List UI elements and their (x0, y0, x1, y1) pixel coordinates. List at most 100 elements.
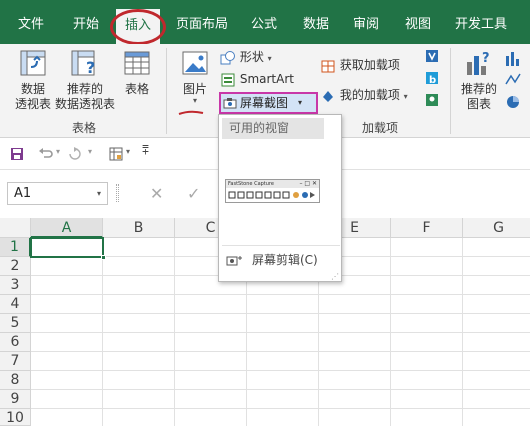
screenshot-button[interactable]: 屏幕截图 ▾ (219, 92, 318, 114)
name-box-value: A1 (14, 186, 32, 201)
recommended-pivot-icon: ? (71, 50, 95, 77)
tab-data[interactable]: 数据 (296, 0, 336, 44)
picture-button[interactable]: 图片 ▾ (176, 48, 214, 105)
pivot-table-button[interactable]: 数据 透视表 (10, 48, 56, 112)
get-addins-label: 获取加载项 (339, 58, 400, 72)
my-addins-dropdown-icon: ▾ (403, 92, 408, 101)
tab-start[interactable]: 开始 (62, 0, 110, 44)
picture-icon (182, 51, 208, 75)
redo-dropdown-icon[interactable]: ▾ (88, 147, 92, 156)
picture-dropdown-icon: ▾ (192, 96, 197, 105)
column-header[interactable]: G (463, 218, 530, 238)
shapes-label: 形状 (239, 50, 264, 64)
recommended-pivot-label-2: 数据透视表 (54, 97, 115, 111)
undo-dropdown-icon[interactable]: ▾ (56, 147, 60, 156)
group-label-addins: 加载项 (362, 121, 399, 135)
table-icon (124, 51, 150, 75)
people-graph-icon[interactable] (424, 92, 440, 108)
get-addins-button[interactable]: 获取加载项 (320, 56, 400, 74)
tab-file[interactable]: 文件 (8, 0, 54, 44)
smartart-icon (221, 73, 235, 86)
screen-clipping-item[interactable]: 屏幕剪辑(C) (222, 250, 340, 270)
chart-type-icons[interactable] (504, 50, 526, 116)
resize-grip-icon[interactable]: ⋰ (331, 272, 339, 281)
save-icon[interactable] (10, 147, 24, 161)
screenshot-dropdown-icon: ▾ (298, 98, 303, 107)
column-header[interactable]: F (391, 218, 463, 238)
available-windows-header: 可用的视窗 (222, 118, 324, 139)
my-addins-label: 我的加载项 (339, 88, 400, 102)
pivot-label-2: 透视表 (14, 97, 51, 111)
column-header[interactable]: A (31, 218, 103, 238)
screenshot-label: 屏幕截图 (240, 96, 289, 110)
window-thumbnail[interactable]: FastStone Capture – □ ✕ (225, 179, 320, 203)
pivot-table-icon (20, 50, 46, 76)
recommended-pivot-button[interactable]: ? 推荐的 数据透视表 (52, 48, 118, 112)
store-icon (321, 60, 335, 72)
name-box-dropdown-icon[interactable]: ▾ (97, 183, 101, 204)
ribbon-separator (166, 48, 167, 134)
row-header[interactable]: 4 (0, 295, 31, 314)
active-cell[interactable] (30, 237, 106, 260)
screen-clipping-icon (226, 256, 242, 266)
svg-text:?: ? (86, 58, 95, 77)
customize-qat-icon[interactable]: ⩱ (142, 143, 149, 158)
row-header[interactable]: 1 (0, 238, 31, 257)
row-header[interactable]: 8 (0, 371, 31, 390)
picture-label: 图片 (182, 82, 207, 96)
table-label: 表格 (124, 82, 149, 96)
row-header[interactable]: 2 (0, 257, 31, 276)
row-header[interactable]: 10 (0, 409, 31, 426)
formula-splitter[interactable] (116, 184, 119, 202)
row-header[interactable]: 6 (0, 333, 31, 352)
tab-view[interactable]: 视图 (398, 0, 438, 44)
row-header[interactable]: 5 (0, 314, 31, 333)
shapes-icon (220, 50, 235, 64)
smartart-button[interactable]: SmartArt (220, 70, 294, 88)
ribbon-tab-bar: 文件 开始 插入 页面布局 公式 数据 审阅 视图 开发工具 (0, 0, 530, 44)
tab-page-layout[interactable]: 页面布局 (172, 0, 232, 44)
tab-formulas[interactable]: 公式 (244, 0, 284, 44)
ribbon-separator (450, 48, 451, 134)
my-addins-button[interactable]: 我的加载项 ▾ (320, 86, 408, 104)
row-header[interactable]: 3 (0, 276, 31, 295)
pivot-label-1: 数据 (20, 82, 45, 96)
bing-icon[interactable]: b (424, 70, 440, 86)
tab-review[interactable]: 审阅 (346, 0, 386, 44)
shapes-dropdown-icon: ▾ (267, 54, 272, 63)
cancel-icon[interactable]: ✕ (150, 184, 163, 203)
recommended-charts-icon: ? (467, 51, 490, 75)
svg-text:?: ? (482, 51, 490, 66)
form-icon[interactable] (108, 146, 124, 162)
name-box[interactable]: A1 ▾ (7, 182, 108, 205)
undo-icon[interactable] (38, 147, 54, 161)
recommended-charts-button[interactable]: ? 推荐的 图表 (456, 48, 502, 112)
shapes-button[interactable]: 形状 ▾ (220, 48, 272, 66)
table-button[interactable]: 表格 (118, 48, 156, 97)
my-addins-icon (323, 90, 333, 102)
camera-icon (223, 98, 237, 109)
group-label-tables: 表格 (72, 121, 97, 135)
smartart-label: SmartArt (239, 72, 294, 86)
dropdown-divider (222, 245, 340, 246)
recommended-pivot-label-1: 推荐的 (66, 82, 103, 96)
screen-clipping-label: 屏幕剪辑(C) (252, 253, 318, 267)
redo-icon[interactable] (68, 147, 84, 161)
row-header[interactable]: 9 (0, 390, 31, 409)
excel-window: 文件 开始 插入 页面布局 公式 数据 审阅 视图 开发工具 数据 透视表 ? … (0, 0, 530, 426)
thumbnail-window-controls: – □ ✕ (299, 180, 317, 187)
recommended-charts-label-2: 图表 (466, 97, 491, 111)
annotation-underline (178, 110, 204, 115)
svg-text:b: b (429, 75, 436, 86)
form-dropdown-icon[interactable]: ▾ (126, 147, 130, 156)
column-header[interactable]: B (103, 218, 175, 238)
screenshot-dropdown: 可用的视窗 FastStone Capture – □ ✕ 屏幕剪辑(C) ⋰ (218, 114, 342, 282)
tab-insert[interactable]: 插入 (116, 9, 160, 44)
thumbnail-toolbar-icons (228, 191, 315, 199)
enter-icon[interactable]: ✓ (187, 184, 200, 203)
select-all-corner[interactable] (0, 218, 31, 238)
row-header[interactable]: 7 (0, 352, 31, 371)
fill-handle[interactable] (101, 255, 106, 260)
visio-icon[interactable] (424, 48, 440, 64)
tab-developer[interactable]: 开发工具 (448, 0, 514, 44)
